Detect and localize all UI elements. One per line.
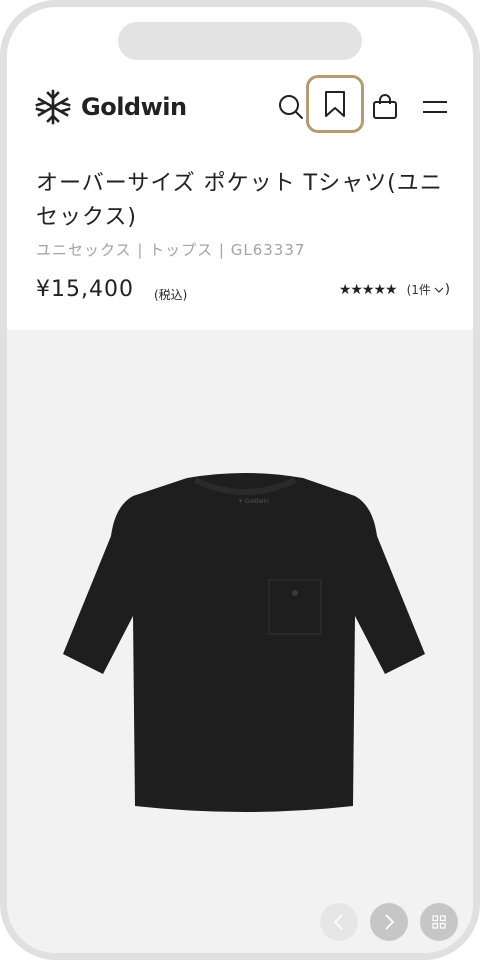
- chevron-left-icon: [333, 914, 343, 930]
- product-meta: ユニセックス | トップス | GL63337: [36, 241, 306, 259]
- chevron-right-icon: [385, 914, 395, 930]
- price-row: ¥15,400 (税込) ★★★★★ (1件 ): [36, 277, 450, 307]
- bookmark-icon: [325, 91, 345, 117]
- product-image-tshirt: ✳ Goldwin: [63, 473, 425, 812]
- chevron-down-icon: [434, 287, 444, 293]
- site-header: Goldwin: [7, 67, 473, 155]
- goldwin-logo-mark-icon: [35, 89, 71, 125]
- phone-frame: Goldwin オーバーサイズ ポケット Tシャツ(ユニセックス) ユニセックス…: [0, 0, 480, 960]
- gallery-grid-button[interactable]: [420, 903, 458, 941]
- review-close-paren: ): [444, 282, 450, 297]
- gallery-prev-button[interactable]: [320, 903, 358, 941]
- bookmark-button[interactable]: [306, 75, 364, 133]
- svg-text:✳ Goldwin: ✳ Goldwin: [238, 498, 269, 505]
- review-count: (1件: [406, 283, 431, 297]
- rating-summary[interactable]: ★★★★★ (1件 ): [339, 281, 450, 298]
- goldwin-logo[interactable]: Goldwin: [33, 87, 187, 127]
- product-image-gallery[interactable]: ✳ Goldwin: [7, 330, 473, 953]
- grid-icon: [432, 915, 446, 929]
- product-price: ¥15,400: [36, 277, 134, 302]
- tax-label: (税込): [154, 288, 188, 302]
- menu-button[interactable]: [417, 89, 453, 125]
- product-title: オーバーサイズ ポケット Tシャツ(ユニセックス): [36, 171, 443, 230]
- search-button[interactable]: [273, 89, 309, 125]
- star-rating: ★★★★★: [338, 281, 398, 298]
- gallery-next-button[interactable]: [370, 903, 408, 941]
- menu-icon: [423, 101, 447, 113]
- logo-wordmark: Goldwin: [81, 93, 187, 121]
- cart-button[interactable]: [367, 89, 403, 125]
- search-icon: [279, 95, 303, 119]
- status-bar-notch: [118, 22, 362, 60]
- shopping-bag-icon: [373, 94, 397, 119]
